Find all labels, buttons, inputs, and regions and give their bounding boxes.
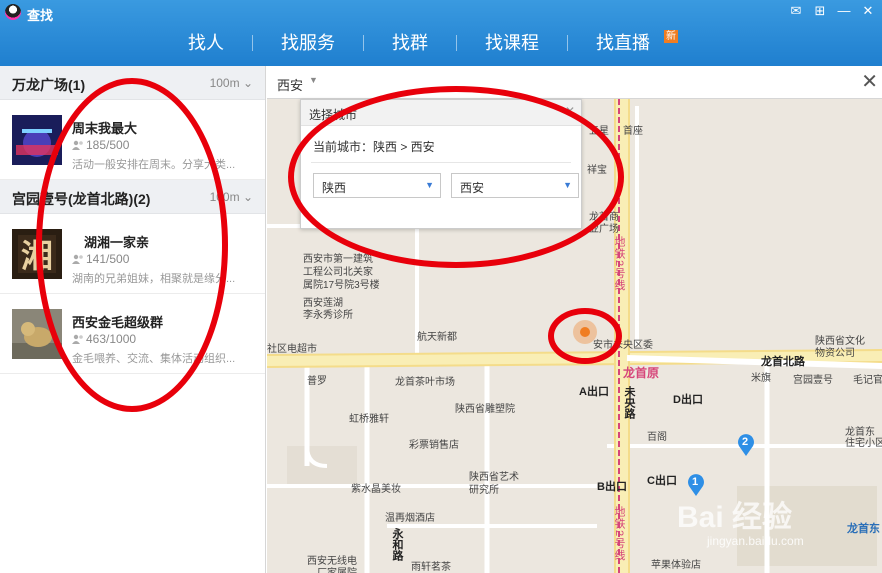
window-title: 查找 [27,8,54,23]
map-poi-label: 龙首茶叶市场 [395,377,455,388]
map-poi-label: 紫水晶美妆 [351,484,401,495]
map-poi-label: 首座 [623,126,643,137]
header-bar: 查找 ✉ ⊞ — ✕ 找人 找服务 找群 找课程 找直播 新 [0,0,882,66]
map-poi-label: 物资公司 [815,348,855,359]
road-label: 龙首北路 [761,356,805,368]
map-marker-2[interactable]: 2 [737,434,755,456]
watermark-url: jingyan.baidu.com [707,534,804,548]
add-window-icon[interactable]: ⊞ [810,2,830,20]
chevron-down-icon: ⌄ [242,190,253,204]
map-poi-label: 百阁 [647,432,667,443]
map-poi-label: 龙首原 [623,366,660,380]
map-poi-label: 航天新都 [417,332,457,343]
annotation-ellipse-location [548,308,622,364]
city-dropdown[interactable]: 西安 [277,75,303,94]
new-badge: 新 [664,30,678,43]
metro-line-label: 地铁2号线 [613,236,625,292]
marker-number: 1 [692,476,699,488]
city-selector-bar: 西安 ▼ ✕ [267,66,882,99]
chevron-down-icon: ⌄ [242,76,253,90]
map-poi-label: 毛记官 [853,375,882,386]
map-poi-label: 陕西省雕塑院 [455,404,515,415]
map-poi-label: 温再烟酒店 [385,513,435,524]
marker-number: 2 [742,436,749,448]
chat-bubble-icon[interactable]: ✉ [786,2,806,20]
map-poi-label: 雨轩茗茶 [411,562,451,573]
map-poi-label: 苹果体验店 [651,560,701,571]
map-poi-label: 虹桥雅轩 [349,414,389,425]
map-poi-label: 李永秀诊所 [303,310,353,321]
map-poi-label: 彩票销售店 [409,440,459,451]
nav-tabs: 找人 找服务 找群 找课程 找直播 新 [160,28,686,58]
metro-exit-label: C出口 [647,475,677,487]
metro-exit-label: B出口 [597,481,627,493]
map-poi-label: 米旗 [751,373,771,384]
location-name: 万龙广场(1) [12,77,86,93]
tab-find-people[interactable]: 找人 [160,28,252,58]
metro-line-label: 地铁2号线 [613,506,625,562]
map-poi-label: 属院17号院3号楼 [303,280,380,291]
map-poi-label: 研究所 [469,485,499,496]
close-map-icon[interactable]: ✕ [861,69,878,94]
tab-find-service[interactable]: 找服务 [253,28,363,58]
window-controls: ✉ ⊞ — ✕ [786,2,878,20]
annotation-ellipse-popup [288,86,624,268]
map-poi-label: 厂家属院 [317,564,357,573]
minimize-icon[interactable]: — [834,2,854,20]
tab-find-course[interactable]: 找课程 [457,28,567,58]
map-poi-label: 宫园壹号 [793,375,833,386]
watermark: Bai 经验 [677,501,793,534]
road-label: 永和路 [391,528,403,561]
map-poi-label: 住宅小区 [845,438,882,449]
title-bar: 查找 ✉ ⊞ — ✕ [0,0,882,24]
annotation-ellipse-list [36,78,228,412]
metro-exit-label: D出口 [673,394,703,406]
distance-value: 100m [209,76,240,90]
tab-find-live[interactable]: 找直播 新 [568,28,686,58]
tab-find-live-label: 找直播 [596,33,650,53]
location-distance: 100m ⌄ [210,76,253,90]
road-label: 龙首东 [847,523,880,535]
chevron-down-icon[interactable]: ▼ [309,75,318,85]
qq-penguin-icon [5,4,21,20]
map-poi-label: 普罗 [307,376,327,387]
metro-exit-label: A出口 [579,386,609,398]
close-icon[interactable]: ✕ [858,2,878,20]
road-label: 未央路 [623,386,635,419]
tab-find-group[interactable]: 找群 [364,28,456,58]
map-poi-label: 社区电超市 [267,344,317,355]
